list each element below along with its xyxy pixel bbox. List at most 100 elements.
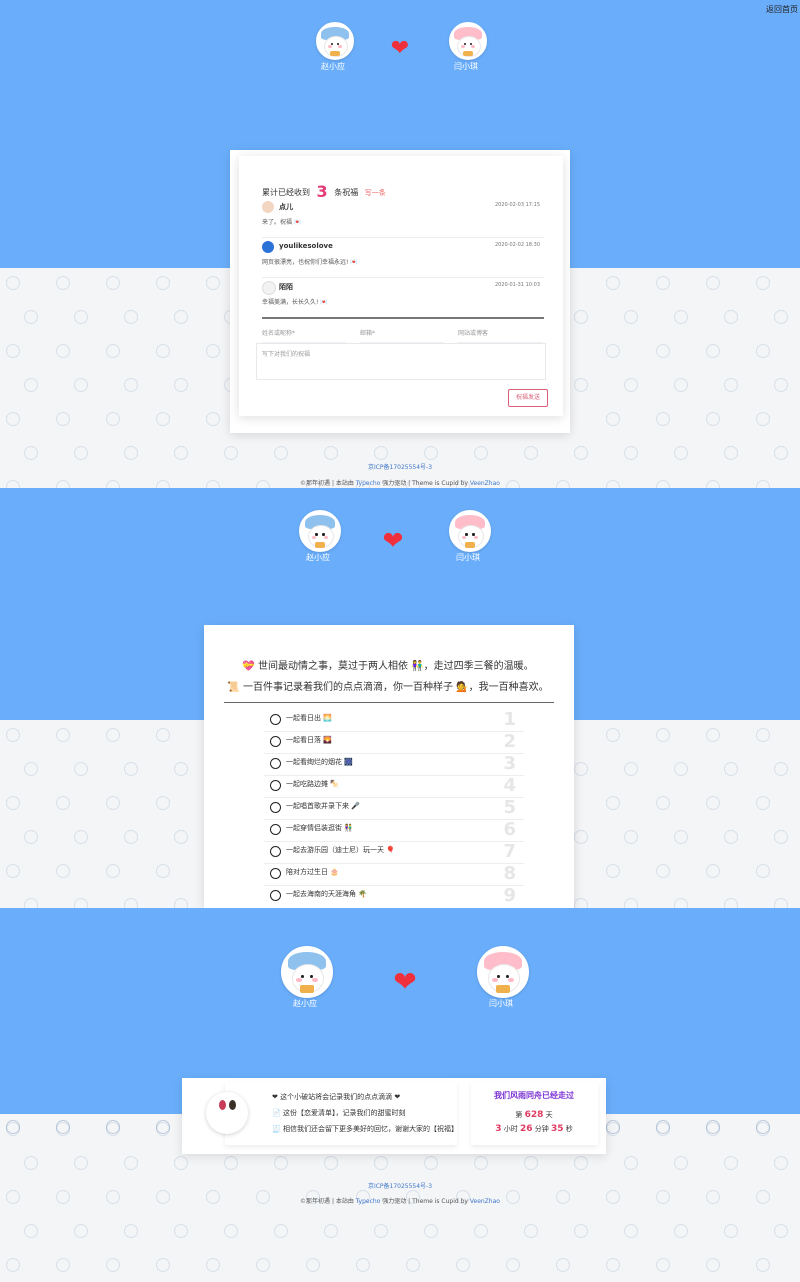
comment-item: youlikesolove 2020-02-02 18:30 网页很漂亮，也祝你… [262, 241, 544, 278]
checkbox-icon[interactable] [270, 802, 281, 813]
list-item-label: 一起去海南的天涯海角 🌴 [286, 890, 367, 898]
list-item[interactable]: 一起看绚烂的烟花 🎆 3 [264, 753, 524, 776]
checkbox-icon[interactable] [270, 714, 281, 725]
heart-icon: ❤ [393, 965, 417, 998]
email-field[interactable]: 邮箱* [360, 326, 444, 343]
heart-icon: ❤ [382, 526, 404, 555]
left-name: 赵小应 [321, 62, 345, 71]
list-item-number: 1 [503, 709, 516, 730]
footer-prefix: ©那年初遇 | 本站由 [300, 480, 356, 487]
list-item-label: 一起穿情侣装逛街 👫 [286, 824, 353, 832]
left-avatar [299, 510, 341, 552]
checkbox-icon[interactable] [270, 890, 281, 901]
bottom-intro-line-3: 🧾 相信我们还会留下更多美好的回忆，谢谢大家的【祝福】 [272, 1125, 458, 1133]
minutes-unit: 分钟 [534, 1125, 549, 1133]
list-item-number: 2 [503, 731, 516, 752]
list-item[interactable]: 一起看日出 🌅 1 [264, 709, 524, 732]
footer-icp: 京ICP备17025554号-3 [0, 462, 800, 471]
bottom-intro-line-1: ❤ 这个小破站将会记录我们的点点滴滴 ❤ [272, 1093, 401, 1101]
right-name: 闫小琪 [489, 999, 513, 1008]
typecho-link[interactable]: Typecho [356, 1198, 381, 1205]
list-item[interactable]: 一起去海南的天涯海角 🌴 9 [264, 885, 524, 907]
list-item-label: 一起看绚烂的烟花 🎆 [286, 758, 353, 766]
name-field[interactable]: 姓名或昵称* [262, 326, 346, 343]
comments-title-suffix: 条祝福 [334, 188, 359, 197]
author-link[interactable]: VeenZhao [470, 1198, 500, 1205]
list-item[interactable]: 一起吃路边摊 🍢 4 [264, 775, 524, 798]
comment-avatar [262, 281, 276, 295]
bottom-couple-header: ❤ 赵小应 闫小琪 [0, 908, 800, 1028]
author-link[interactable]: VeenZhao [470, 480, 500, 487]
comments-title-prefix: 累计已经收到 [262, 188, 310, 197]
checkbox-icon[interactable] [270, 824, 281, 835]
list-item-number: 9 [503, 885, 516, 906]
list-item[interactable]: 一起去游乐园（迪士尼）玩一天 🎈 7 [264, 841, 524, 864]
list-item-label: 一起吃路边摊 🍢 [286, 780, 339, 788]
list-item[interactable]: 一起穿情侣装逛街 👫 6 [264, 819, 524, 842]
hours-value: 3 [495, 1124, 502, 1134]
left-avatar [281, 946, 333, 998]
girl-avatar [206, 1092, 248, 1134]
comment-text: 幸福美满，长长久久! 💌 [262, 299, 328, 306]
comment-item: 陌陌 2020-01-31 10:03 幸福美满，长长久久! 💌 [262, 281, 544, 319]
right-name: 闫小琪 [456, 553, 480, 562]
seconds-value: 35 [550, 1124, 564, 1134]
list-item-number: 6 [503, 819, 516, 840]
checkbox-icon[interactable] [270, 846, 281, 857]
comment-text: 网页很漂亮，也祝你们幸福永远! 💌 [262, 259, 358, 266]
together-title: 我们风雨同舟已经走过 [494, 1091, 574, 1100]
footer-icp: 京ICP备17025554号-3 [0, 1181, 800, 1190]
list-item-label: 一起看日出 🌅 [286, 714, 332, 722]
days-unit: 天 [545, 1111, 553, 1119]
footer-credits: ©那年初遇 | 本站由 Typecho 强力驱动 | Theme is Cupi… [0, 1196, 800, 1205]
days-counter: 第 628 天 [474, 1110, 594, 1120]
right-avatar [477, 946, 529, 998]
typecho-link[interactable]: Typecho [356, 480, 381, 487]
comment-author: youlikesolove [279, 242, 333, 250]
quote-line-1: 💝 世间最动情之事，莫过于两人相依 👫，走过四季三餐的温暖。 [242, 661, 534, 672]
icp-link[interactable]: 京ICP备17025554号-3 [368, 1183, 432, 1190]
list-item[interactable]: 一起看日落 🌄 2 [264, 731, 524, 754]
comment-avatar [262, 201, 274, 213]
list-item-number: 5 [503, 797, 516, 818]
left-avatar [316, 22, 354, 60]
footer-credits: ©那年初遇 | 本站由 Typecho 强力驱动 | Theme is Cupi… [0, 478, 800, 487]
write-comment-link[interactable]: 写一条 [365, 189, 386, 197]
bottom-intro-line-2: 📄 这份【恋爱清单】，记录我们的甜蜜时刻 [272, 1109, 406, 1117]
checkbox-icon[interactable] [270, 868, 281, 879]
footer-prefix: ©那年初遇 | 本站由 [300, 1198, 356, 1205]
checkbox-icon[interactable] [270, 758, 281, 769]
list-item-number: 7 [503, 841, 516, 862]
checkbox-icon[interactable] [270, 736, 281, 747]
list-divider [224, 702, 554, 703]
list-item-number: 3 [503, 753, 516, 774]
website-field[interactable]: 网站或博客 [458, 326, 542, 343]
middle-couple-header: ❤ 赵小应 闫小琪 [0, 488, 800, 588]
comment-item: 点儿 2020-02-03 17:15 来了。祝福 💌 [262, 201, 544, 238]
comment-date: 2020-02-02 18:30 [494, 242, 540, 248]
comment-count: 3 [316, 182, 328, 201]
top-couple-header: ❤ 赵小应 闫小琪 [0, 0, 800, 80]
quote-line-2: 📜 一百件事记录着我们的点点滴滴，你一百种样子 💁，我一百种喜欢。 [227, 682, 549, 693]
comments-title: 累计已经收到 3 条祝福 写一条 [262, 182, 386, 201]
time-counter: 3 小时 26 分钟 35 秒 [474, 1124, 594, 1134]
list-item-number: 8 [503, 863, 516, 884]
right-avatar [449, 22, 487, 60]
list-item[interactable]: 陪对方过生日 🎂 8 [264, 863, 524, 886]
message-textarea[interactable]: 写下对我们的祝福 [256, 343, 546, 380]
seconds-unit: 秒 [565, 1125, 573, 1133]
comment-date: 2020-01-31 10:03 [494, 282, 540, 288]
list-item-label: 陪对方过生日 🎂 [286, 868, 339, 876]
checkbox-icon[interactable] [270, 780, 281, 791]
hours-unit: 小时 [503, 1125, 518, 1133]
minutes-value: 26 [519, 1124, 533, 1134]
comment-text: 来了。祝福 💌 [262, 219, 302, 226]
submit-button[interactable]: 祝福发送 [508, 389, 548, 407]
list-item-number: 4 [503, 775, 516, 796]
footer-middle: 强力驱动 | Theme is Cupid by [380, 480, 470, 487]
comment-author: 点儿 [279, 203, 293, 211]
list-item[interactable]: 一起唱首歌并录下来 🎤 5 [264, 797, 524, 820]
right-name: 闫小琪 [454, 62, 478, 71]
list-item-label: 一起唱首歌并录下来 🎤 [286, 802, 360, 810]
icp-link[interactable]: 京ICP备17025554号-3 [368, 464, 432, 471]
